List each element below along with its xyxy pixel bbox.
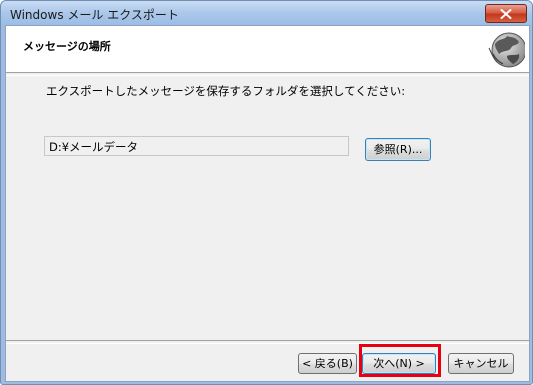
folder-path-field[interactable]: D:¥メールデータ: [44, 136, 349, 156]
dialog-client-area: メッセージの場所 エクスポートしたメッセージを保存するフォルダを選択してください…: [5, 25, 530, 382]
next-button[interactable]: 次へ(N) >: [362, 353, 436, 374]
window-title: Windows メール エクスポート: [10, 8, 179, 22]
title-bar[interactable]: Windows メール エクスポート: [1, 1, 532, 25]
header-divider: [6, 72, 529, 76]
export-dialog-window: Windows メール エクスポート メッセージの場所 エクスポートしたメッセー…: [0, 0, 533, 385]
close-icon: [500, 8, 512, 19]
wizard-header: メッセージの場所: [6, 26, 529, 72]
close-button[interactable]: [485, 4, 527, 23]
browse-button[interactable]: 参照(R)...: [365, 138, 431, 161]
footer-divider: [6, 340, 529, 344]
cancel-button[interactable]: キャンセル: [448, 353, 514, 374]
globe-icon: [488, 32, 525, 68]
instruction-text: エクスポートしたメッセージを保存するフォルダを選択してください:: [46, 84, 406, 98]
back-button[interactable]: < 戻る(B): [298, 353, 357, 374]
page-title: メッセージの場所: [23, 40, 111, 53]
